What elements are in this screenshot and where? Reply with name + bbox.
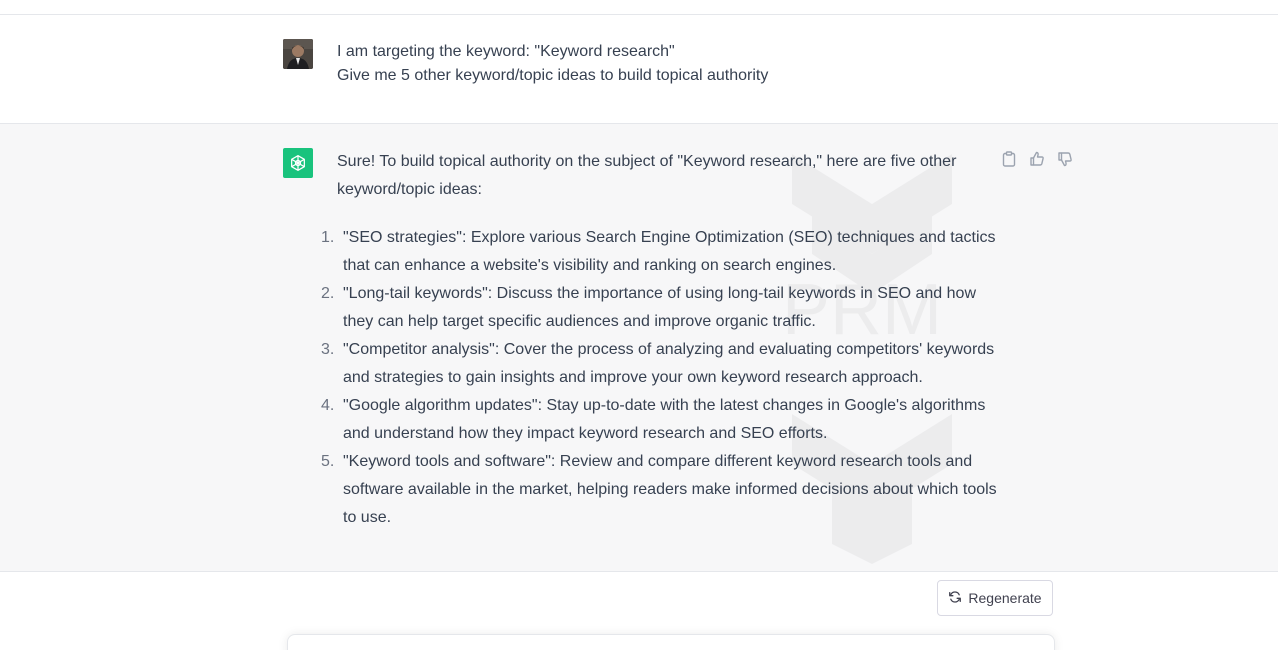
list-item-text: "Keyword tools and software": Review and… bbox=[343, 453, 997, 526]
list-item: 4. "Google algorithm updates": Stay up-t… bbox=[321, 392, 997, 448]
list-item-text: "Long-tail keywords": Discuss the import… bbox=[343, 285, 976, 330]
message-input[interactable] bbox=[287, 634, 1055, 650]
list-item-number: 4. bbox=[321, 397, 335, 414]
list-item-number: 3. bbox=[321, 341, 335, 358]
message-actions bbox=[1000, 150, 1074, 170]
list-item-number: 2. bbox=[321, 285, 335, 302]
topic-list: 1. "SEO strategies": Explore various Sea… bbox=[321, 224, 997, 532]
user-message-line: Give me 5 other keyword/topic ideas to b… bbox=[337, 67, 769, 84]
assistant-intro: Sure! To build topical authority on the … bbox=[337, 153, 957, 198]
assistant-message-text: Sure! To build topical authority on the … bbox=[321, 148, 997, 532]
composer-area: Regenerate bbox=[0, 572, 1278, 650]
regenerate-button[interactable]: Regenerate bbox=[937, 580, 1053, 616]
clipboard-icon[interactable] bbox=[1000, 150, 1018, 168]
top-bar bbox=[0, 0, 1278, 15]
list-item-text: "Competitor analysis": Cover the process… bbox=[343, 341, 995, 386]
user-message-row: I am targeting the keyword: "Keyword res… bbox=[0, 15, 1278, 124]
user-message-line: I am targeting the keyword: "Keyword res… bbox=[337, 43, 675, 60]
list-item-number: 5. bbox=[321, 453, 335, 470]
thumbs-up-icon[interactable] bbox=[1028, 150, 1046, 168]
chatgpt-logo-icon bbox=[283, 148, 313, 178]
list-item: 2. "Long-tail keywords": Discuss the imp… bbox=[321, 280, 997, 336]
thumbs-down-icon[interactable] bbox=[1056, 150, 1074, 168]
list-item: 3. "Competitor analysis": Cover the proc… bbox=[321, 336, 997, 392]
list-item-text: "SEO strategies": Explore various Search… bbox=[343, 229, 996, 274]
user-avatar bbox=[283, 39, 313, 69]
list-item: 5. "Keyword tools and software": Review … bbox=[321, 448, 997, 532]
assistant-message-row: PRM Sure! To build topical authority on … bbox=[0, 124, 1278, 572]
user-message-text: I am targeting the keyword: "Keyword res… bbox=[337, 40, 1037, 88]
regenerate-label: Regenerate bbox=[968, 590, 1042, 606]
list-item: 1. "SEO strategies": Explore various Sea… bbox=[321, 224, 997, 280]
list-item-text: "Google algorithm updates": Stay up-to-d… bbox=[343, 397, 986, 442]
chat-page: I am targeting the keyword: "Keyword res… bbox=[0, 0, 1278, 650]
list-item-number: 1. bbox=[321, 229, 335, 246]
refresh-icon bbox=[948, 590, 962, 607]
